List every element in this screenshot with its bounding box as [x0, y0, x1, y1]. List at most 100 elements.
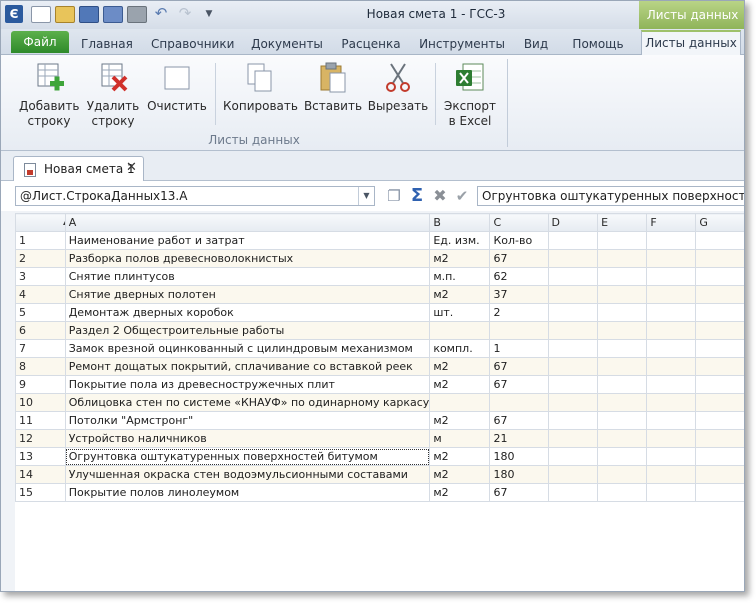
tab-documents[interactable]: Документы: [251, 33, 323, 55]
cancel-edit-icon[interactable]: ✖: [431, 187, 449, 205]
print-icon[interactable]: [127, 6, 147, 23]
close-tab-icon[interactable]: ✕: [126, 160, 137, 175]
table-row[interactable]: 15 Покрытие полов линолеумом м2 67: [15, 483, 744, 502]
cell-quantity[interactable]: 2: [489, 303, 549, 322]
cell-empty[interactable]: [597, 267, 648, 286]
cell-unit[interactable]: м2: [429, 357, 491, 376]
cell-empty[interactable]: [597, 321, 648, 340]
add-row-button[interactable]: Добавить строку: [19, 61, 79, 129]
cell-empty[interactable]: [597, 393, 648, 412]
cell-empty[interactable]: [695, 411, 744, 430]
cell-empty[interactable]: [547, 447, 599, 466]
selected-cell[interactable]: Огрунтовка оштукатуренных поверхностей б…: [64, 447, 431, 466]
document-tab[interactable]: Новая смета 1 ✕: [13, 156, 144, 181]
cell-empty[interactable]: [547, 321, 599, 340]
cell-unit[interactable]: шт.: [429, 303, 491, 322]
cell-empty[interactable]: [597, 375, 648, 394]
tab-home[interactable]: Главная: [81, 33, 133, 55]
column-header[interactable]: A: [64, 213, 431, 232]
cell-name[interactable]: Снятие дверных полотен: [64, 285, 431, 304]
cell-unit[interactable]: м2: [429, 483, 491, 502]
cell-empty[interactable]: [646, 465, 697, 484]
open-folder-icon[interactable]: [55, 6, 75, 23]
table-row[interactable]: 11 Потолки "Армстронг" м2 67: [15, 411, 744, 430]
cell-name[interactable]: Облицовка стен по системе «КНАУФ» по оди…: [64, 393, 431, 412]
row-number[interactable]: 4: [15, 285, 66, 304]
cell-name[interactable]: Замок врезной оцинкованный с цилиндровым…: [64, 339, 431, 358]
save-icon[interactable]: [79, 6, 99, 23]
cell-empty[interactable]: [547, 267, 599, 286]
cell-name[interactable]: Раздел 2 Общестроительные работы: [64, 321, 431, 340]
column-header[interactable]: F: [646, 213, 697, 232]
cell-empty[interactable]: [646, 393, 697, 412]
cell-name-box[interactable]: @Лист.СтрокаДанных13.А ▼: [15, 186, 375, 206]
cell-empty[interactable]: [597, 303, 648, 322]
row-number[interactable]: 15: [15, 483, 66, 502]
cell-empty[interactable]: [547, 393, 599, 412]
cell-quantity[interactable]: 67: [489, 357, 549, 376]
table-row[interactable]: 1 Наименование работ и затрат Ед. изм. Кол-…: [15, 231, 744, 250]
cell-empty[interactable]: [597, 249, 648, 268]
row-number[interactable]: 11: [15, 411, 66, 430]
cell-empty[interactable]: [547, 429, 599, 448]
cell-unit[interactable]: [429, 321, 491, 340]
redo-icon[interactable]: ↷: [175, 6, 195, 23]
cell-empty[interactable]: [597, 357, 648, 376]
cell-unit[interactable]: м2: [429, 249, 491, 268]
sum-icon[interactable]: Σ: [408, 187, 426, 205]
table-row[interactable]: 2 Разборка полов древесноволокнистых м2 67: [15, 249, 744, 268]
cell-empty[interactable]: [547, 231, 599, 250]
row-number[interactable]: 10: [15, 393, 66, 412]
cell-unit[interactable]: [429, 393, 491, 412]
delete-row-button[interactable]: Удалить строку: [85, 61, 141, 129]
copy-formula-icon[interactable]: ❐: [385, 187, 403, 205]
row-number[interactable]: 9: [15, 375, 66, 394]
cell-empty[interactable]: [547, 303, 599, 322]
tab-help[interactable]: Помощь: [567, 33, 629, 55]
cell-empty[interactable]: [547, 249, 599, 268]
table-row[interactable]: 10 Облицовка стен по системе «КНАУФ» по о…: [15, 393, 744, 412]
export-excel-button[interactable]: Экспорт в Excel: [441, 61, 499, 129]
cell-unit[interactable]: м2: [429, 447, 491, 466]
cell-empty[interactable]: [547, 339, 599, 358]
tab-references[interactable]: Справочники: [151, 33, 234, 55]
table-row[interactable]: 3 Снятие плинтусов м.п. 62: [15, 267, 744, 286]
cell-name[interactable]: Разборка полов древесноволокнистых: [64, 249, 431, 268]
cell-quantity[interactable]: 62: [489, 267, 549, 286]
cell-unit[interactable]: м: [429, 429, 491, 448]
row-number[interactable]: 6: [15, 321, 66, 340]
cell-quantity[interactable]: 67: [489, 375, 549, 394]
cell-empty[interactable]: [597, 465, 648, 484]
cell-empty[interactable]: [547, 357, 599, 376]
row-number[interactable]: 12: [15, 429, 66, 448]
column-header[interactable]: G: [695, 213, 744, 232]
undo-icon[interactable]: ↶: [151, 6, 171, 23]
cell-empty[interactable]: [646, 321, 697, 340]
cell-name[interactable]: Потолки "Армстронг": [64, 411, 431, 430]
cell-empty[interactable]: [646, 267, 697, 286]
table-row[interactable]: 13 Огрунтовка оштукатуренных поверхностей…: [15, 447, 744, 466]
cell-unit[interactable]: компл.: [429, 339, 491, 358]
copy-button[interactable]: Копировать: [223, 61, 298, 114]
cell-empty[interactable]: [695, 447, 744, 466]
row-number[interactable]: 7: [15, 339, 66, 358]
cell-empty[interactable]: [597, 429, 648, 448]
cell-empty[interactable]: [695, 429, 744, 448]
cell-name[interactable]: Снятие плинтусов: [64, 267, 431, 286]
cell-name[interactable]: Устройство наличников: [64, 429, 431, 448]
cell-quantity[interactable]: 180: [489, 447, 549, 466]
cell-empty[interactable]: [646, 483, 697, 502]
cell-name[interactable]: Демонтаж дверных коробок: [64, 303, 431, 322]
table-row[interactable]: 4 Снятие дверных полотен м2 37: [15, 285, 744, 304]
cell-quantity[interactable]: 1: [489, 339, 549, 358]
clear-button[interactable]: Очистить: [147, 61, 207, 114]
row-number[interactable]: 14: [15, 465, 66, 484]
cell-empty[interactable]: [597, 339, 648, 358]
cell-empty[interactable]: [646, 231, 697, 250]
cell-empty[interactable]: [695, 267, 744, 286]
row-number[interactable]: 8: [15, 357, 66, 376]
tab-view[interactable]: Вид: [521, 33, 551, 55]
cell-empty[interactable]: [597, 447, 648, 466]
cell-empty[interactable]: [597, 231, 648, 250]
cell-empty[interactable]: [646, 249, 697, 268]
